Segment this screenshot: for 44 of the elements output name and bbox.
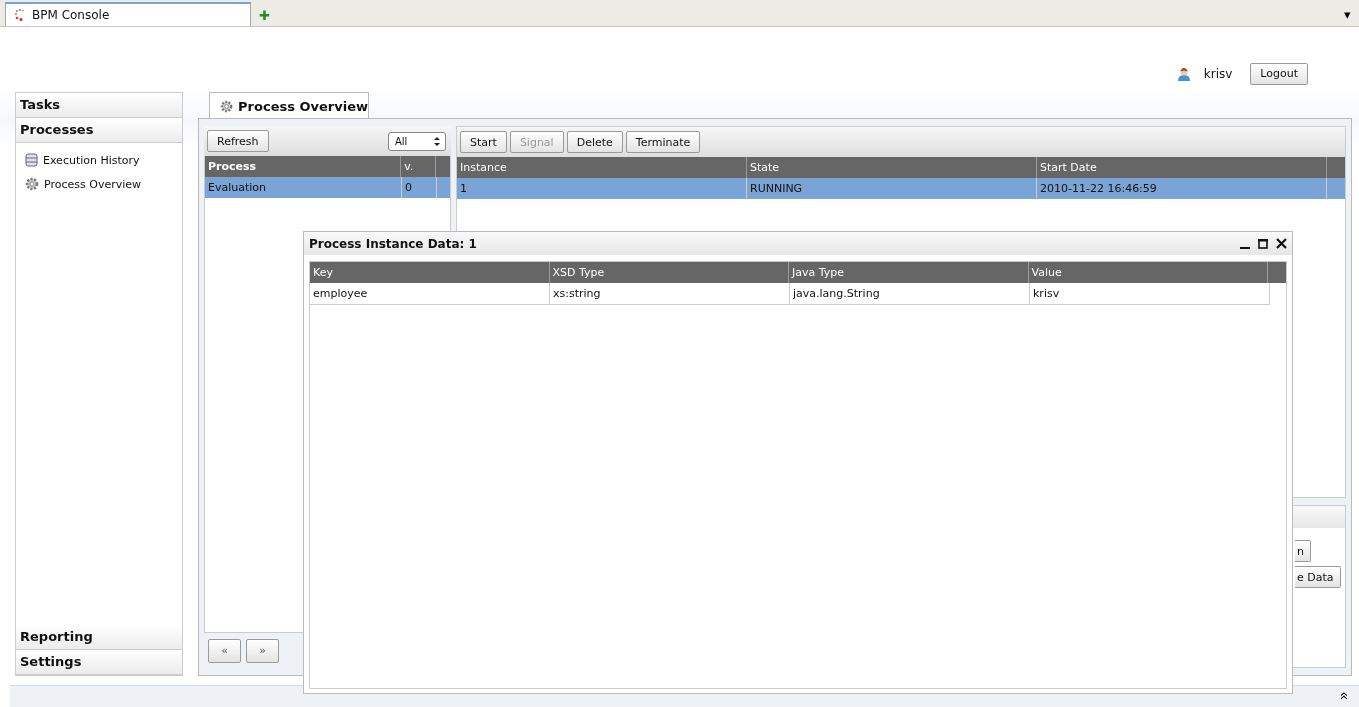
pager-button[interactable]: «: [208, 638, 241, 663]
nav-section-header[interactable]: Processes: [16, 118, 182, 143]
gear-icon: [25, 177, 39, 191]
column-header[interactable]: XSD Type: [549, 262, 790, 283]
browser-tab[interactable]: BPM Console: [5, 2, 251, 26]
action-button[interactable]: Start: [460, 131, 507, 153]
maximize-icon[interactable]: [1258, 238, 1268, 249]
column-header[interactable]: Key: [310, 262, 550, 283]
table-cell: java.lang.String: [790, 283, 1030, 304]
table-row[interactable]: 1 RUNNING 2010-11-22 16:46:59: [457, 178, 1345, 199]
column-header[interactable]: Value: [1028, 262, 1269, 283]
user-name: krisv: [1203, 66, 1233, 81]
spinner-arrows-icon: [433, 135, 441, 147]
partially-hidden-button[interactable]: n: [1295, 540, 1311, 562]
partially-hidden-button[interactable]: e Data: [1295, 566, 1341, 588]
table-row[interactable]: Evaluation 0: [205, 177, 450, 198]
action-button[interactable]: Terminate: [625, 131, 701, 153]
table-cell: 2010-11-22 16:46:59: [1037, 178, 1327, 199]
table-cell: Evaluation: [205, 177, 402, 198]
table-cell: krisv: [1030, 283, 1270, 304]
column-header[interactable]: Java Type: [789, 262, 1029, 283]
table-cell: xs:string: [550, 283, 790, 304]
browser-tab-title: BPM Console: [32, 8, 110, 22]
close-icon[interactable]: [1276, 238, 1287, 249]
table-cell: RUNNING: [747, 178, 1037, 199]
database-icon: [25, 153, 38, 167]
nav-item[interactable]: Process Overview: [25, 172, 182, 196]
user-icon: [1176, 66, 1191, 81]
new-tab-button[interactable]: ✚: [259, 8, 270, 23]
refresh-button[interactable]: Refresh: [207, 130, 269, 152]
tab-menu-button[interactable]: ▾: [1344, 7, 1351, 22]
process-overview-tab[interactable]: Process Overview: [209, 92, 369, 118]
gear-icon: [220, 99, 234, 114]
dialog-title: Process Instance Data: 1: [309, 236, 477, 251]
nav-item[interactable]: Execution History: [25, 148, 182, 172]
filter-dropdown[interactable]: All: [388, 131, 446, 151]
dotted-circle-icon: [14, 9, 26, 21]
logout-button[interactable]: Logout: [1250, 62, 1308, 85]
table-cell: employee: [310, 283, 550, 304]
action-button[interactable]: Delete: [566, 131, 623, 153]
pager-button[interactable]: »: [246, 638, 279, 663]
collapse-toggle-button[interactable]: «: [1335, 692, 1356, 700]
table-cell: 0: [402, 177, 437, 198]
table-cell: 1: [457, 178, 747, 199]
